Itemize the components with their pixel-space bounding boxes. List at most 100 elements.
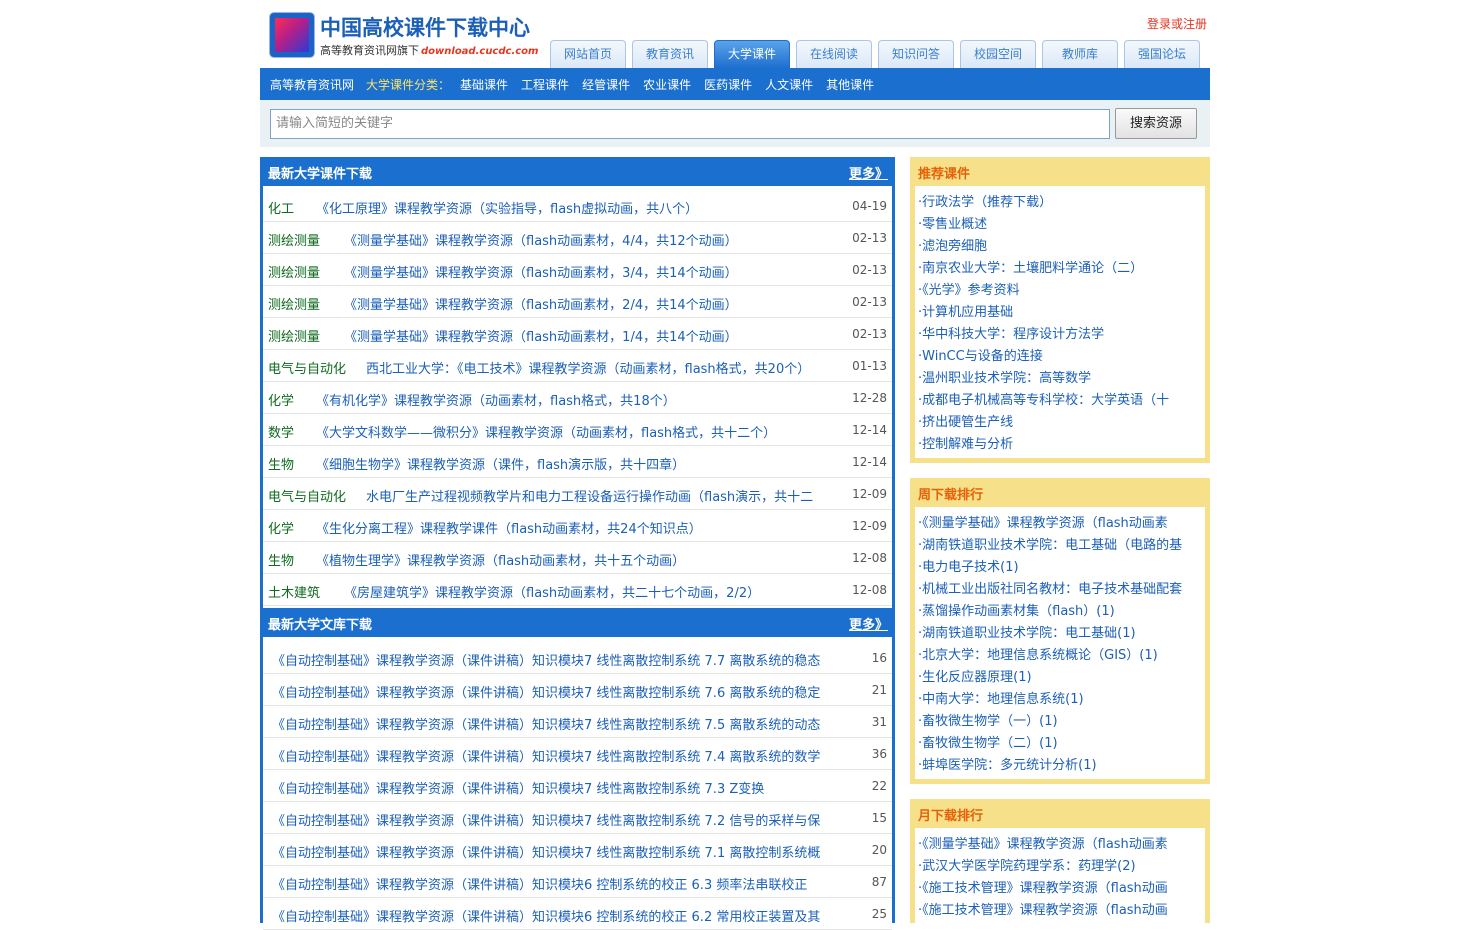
recommended-item-link[interactable]: ·温州职业技术学院：高等数学 xyxy=(918,368,1205,390)
category-link[interactable]: 工程课件 xyxy=(521,78,569,92)
recommended-item-link[interactable]: ·南京农业大学：土壤肥料学通论（二） xyxy=(918,258,1205,280)
library-title-link[interactable]: 《自动控制基础》课程教学资源（课件讲稿）知识模块6 控制系统的校正 6.3 频率… xyxy=(272,874,857,893)
library-download-count: 36 xyxy=(871,747,887,761)
courseware-title-link[interactable]: 《测量学基础》课程教学资源（flash动画素材，3/4，共14个动画） xyxy=(344,262,738,281)
recommended-item-link[interactable]: ·计算机应用基础 xyxy=(918,302,1205,324)
courseware-category-link[interactable]: 生物 xyxy=(268,454,294,473)
courseware-date: 12-28 xyxy=(852,391,887,405)
courseware-title-link[interactable]: 《大学文科数学——微积分》课程教学资源（动画素材，flash格式，共十二个） xyxy=(316,422,776,441)
category-link[interactable]: 农业课件 xyxy=(643,78,691,92)
monthly-ranking-panel: 月下载排行 ·《测量学基础》课程教学资源（flash动画素 ·武汉大学医学院药理学… xyxy=(910,799,1210,923)
courseware-category-link[interactable]: 测绘测量 xyxy=(268,230,320,249)
nav-tab[interactable]: 教育资讯 xyxy=(632,40,708,68)
weekly-ranking-item-link[interactable]: ·蚌埠医学院：多元统计分析(1) xyxy=(918,755,1205,777)
recommended-item-link[interactable]: ·行政法学（推荐下载） xyxy=(918,192,1205,214)
latest-courseware-more-link[interactable]: 更多》 xyxy=(849,163,888,182)
courseware-title-link[interactable]: 《有机化学》课程教学资源（动画素材，flash格式，共18个） xyxy=(316,390,676,409)
site-logo[interactable] xyxy=(270,13,314,57)
library-title-link[interactable]: 《自动控制基础》课程教学资源（课件讲稿）知识模块7 线性离散控制系统 7.7 离… xyxy=(272,650,857,669)
monthly-ranking-item-link[interactable]: ·《测量学基础》课程教学资源（flash动画素 xyxy=(918,834,1205,856)
weekly-ranking-title: 周下载排行 xyxy=(918,488,984,503)
courseware-category-link[interactable]: 电气与自动化 xyxy=(268,358,346,377)
courseware-category-link[interactable]: 土木建筑 xyxy=(268,582,320,601)
recommended-item-link[interactable]: ·滤泡旁细胞 xyxy=(918,236,1205,258)
library-title-link[interactable]: 《自动控制基础》课程教学资源（课件讲稿）知识模块7 线性离散控制系统 7.6 离… xyxy=(272,682,857,701)
courseware-title-link[interactable]: 《测量学基础》课程教学资源（flash动画素材，1/4，共14个动画） xyxy=(344,326,738,345)
library-title-link[interactable]: 《自动控制基础》课程教学资源（课件讲稿）知识模块7 线性离散控制系统 7.5 离… xyxy=(272,714,857,733)
nav-tab[interactable]: 教师库 xyxy=(1042,40,1118,68)
nav-tab[interactable]: 网站首页 xyxy=(550,40,626,68)
weekly-ranking-item-link[interactable]: ·畜牧微生物学（二）(1) xyxy=(918,733,1205,755)
courseware-title-link[interactable]: 《化工原理》课程教学资源（实验指导，flash虚拟动画，共八个） xyxy=(316,198,698,217)
weekly-ranking-item-link[interactable]: ·湖南铁道职业技术学院：电工基础(1) xyxy=(918,623,1205,645)
courseware-category-link[interactable]: 化工 xyxy=(268,198,294,217)
courseware-title-link[interactable]: 西北工业大学：《电工技术》课程教学资源（动画素材，flash格式，共20个） xyxy=(366,358,810,377)
library-title-link[interactable]: 《自动控制基础》课程教学资源（课件讲稿）知识模块7 线性离散控制系统 7.1 离… xyxy=(272,842,857,861)
catbar-home-link[interactable]: 高等教育资讯网 xyxy=(270,76,354,93)
nav-tab[interactable]: 校园空间 xyxy=(960,40,1036,68)
weekly-ranking-item-link[interactable]: ·北京大学：地理信息系统概论（GIS）(1) xyxy=(918,645,1205,667)
library-download-count: 15 xyxy=(871,811,887,825)
courseware-category-link[interactable]: 测绘测量 xyxy=(268,294,320,313)
recommended-list: ·行政法学（推荐下载） ·零售业概述 ·滤泡旁细胞 ·南京农业大学：土壤肥料学通论（二… xyxy=(918,192,1205,456)
site-title[interactable]: 中国高校课件下载中心 xyxy=(320,12,530,42)
library-title-link[interactable]: 《自动控制基础》课程教学资源（课件讲稿）知识模块7 线性离散控制系统 7.3 Z… xyxy=(272,778,857,797)
courseware-title-link[interactable]: 《测量学基础》课程教学资源（flash动画素材，2/4，共14个动画） xyxy=(344,294,738,313)
courseware-title-link[interactable]: 《房屋建筑学》课程教学资源（flash动画素材，共二十七个动画，2/2） xyxy=(344,582,760,601)
recommended-item-link[interactable]: ·WinCC与设备的连接 xyxy=(918,346,1205,368)
recommended-item-link[interactable]: ·《光学》参考资料 xyxy=(918,280,1205,302)
recommended-item-link[interactable]: ·华中科技大学：程序设计方法学 xyxy=(918,324,1205,346)
courseware-category-link[interactable]: 测绘测量 xyxy=(268,326,320,345)
weekly-ranking-item-link[interactable]: ·湖南铁道职业技术学院：电工基础（电路的基 xyxy=(918,535,1205,557)
monthly-ranking-item-link[interactable]: ·《施工技术管理》课程教学资源（flash动画 xyxy=(918,900,1205,922)
weekly-ranking-panel: 周下载排行 ·《测量学基础》课程教学资源（flash动画素 ·湖南铁道职业技术学院… xyxy=(910,478,1210,784)
courseware-title-link[interactable]: 《测量学基础》课程教学资源（flash动画素材，4/4，共12个动画） xyxy=(344,230,738,249)
category-link[interactable]: 人文课件 xyxy=(765,78,813,92)
category-link[interactable]: 医药课件 xyxy=(704,78,752,92)
weekly-ranking-item-link[interactable]: ·生化反应器原理(1) xyxy=(918,667,1205,689)
recommended-item-link[interactable]: ·成都电子机械高等专科学校：大学英语（十 xyxy=(918,390,1205,412)
weekly-ranking-item-link[interactable]: ·机械工业出版社同名教材：电子技术基础配套 xyxy=(918,579,1205,601)
courseware-title-link[interactable]: 《植物生理学》课程教学资源（flash动画素材，共十五个动画） xyxy=(316,550,685,569)
courseware-category-link[interactable]: 测绘测量 xyxy=(268,262,320,281)
latest-library-more-link[interactable]: 更多》 xyxy=(849,614,888,633)
nav-tab[interactable]: 大学课件 xyxy=(714,40,790,68)
recommended-item-link[interactable]: ·挤出硬管生产线 xyxy=(918,412,1205,434)
library-title-link[interactable]: 《自动控制基础》课程教学资源（课件讲稿）知识模块7 线性离散控制系统 7.4 离… xyxy=(272,746,857,765)
recommended-item-link[interactable]: ·零售业概述 xyxy=(918,214,1205,236)
login-register-link[interactable]: 登录或注册 xyxy=(1147,15,1207,32)
courseware-date: 01-13 xyxy=(852,359,887,373)
category-link[interactable]: 基础课件 xyxy=(460,78,508,92)
courseware-category-link[interactable]: 电气与自动化 xyxy=(268,486,346,505)
search-button[interactable]: 搜索资源 xyxy=(1115,108,1197,139)
courseware-category-link[interactable]: 数学 xyxy=(268,422,294,441)
weekly-ranking-item-link[interactable]: ·蒸馏操作动画素材集（flash）(1) xyxy=(918,601,1205,623)
nav-tab[interactable]: 在线阅读 xyxy=(796,40,872,68)
recommended-item-link[interactable]: ·控制解难与分析 xyxy=(918,434,1205,456)
courseware-title-link[interactable]: 《细胞生物学》课程教学资源（课件，flash演示版，共十四章） xyxy=(316,454,685,473)
courseware-date: 02-13 xyxy=(852,263,887,277)
courseware-title-link[interactable]: 水电厂生产过程视频教学片和电力工程设备运行操作动画（flash演示，共十二 xyxy=(366,486,813,505)
weekly-ranking-item-link[interactable]: ·畜牧微生物学（一）(1) xyxy=(918,711,1205,733)
courseware-category-link[interactable]: 化学 xyxy=(268,390,294,409)
weekly-ranking-item-link[interactable]: ·电力电子技术(1) xyxy=(918,557,1205,579)
library-title-link[interactable]: 《自动控制基础》课程教学资源（课件讲稿）知识模块7 线性离散控制系统 7.2 信… xyxy=(272,810,857,829)
courseware-title-link[interactable]: 《生化分离工程》课程教学课件（flash动画素材，共24个知识点） xyxy=(316,518,702,537)
monthly-ranking-item-link[interactable]: ·武汉大学医学院药理学系：药理学(2) xyxy=(918,856,1205,878)
courseware-category-link[interactable]: 化学 xyxy=(268,518,294,537)
library-download-count: 87 xyxy=(871,875,887,889)
courseware-row: 化工 《化工原理》课程教学资源（实验指导，flash虚拟动画，共八个） 04-19 xyxy=(263,190,892,222)
courseware-row: 生物 《细胞生物学》课程教学资源（课件，flash演示版，共十四章） 12-14 xyxy=(263,446,892,478)
weekly-ranking-item-link[interactable]: ·中南大学：地理信息系统(1) xyxy=(918,689,1205,711)
courseware-row: 测绘测量 《测量学基础》课程教学资源（flash动画素材，2/4，共14个动画） 0… xyxy=(263,286,892,318)
nav-tab[interactable]: 强国论坛 xyxy=(1124,40,1200,68)
library-title-link[interactable]: 《自动控制基础》课程教学资源（课件讲稿）知识模块6 控制系统的校正 6.2 常用… xyxy=(272,906,857,925)
weekly-ranking-item-link[interactable]: ·《测量学基础》课程教学资源（flash动画素 xyxy=(918,513,1205,535)
monthly-ranking-title: 月下载排行 xyxy=(918,809,984,824)
category-link[interactable]: 经管课件 xyxy=(582,78,630,92)
category-link[interactable]: 其他课件 xyxy=(826,78,874,92)
monthly-ranking-item-link[interactable]: ·《施工技术管理》课程教学资源（flash动画 xyxy=(918,878,1205,900)
nav-tab[interactable]: 知识问答 xyxy=(878,40,954,68)
courseware-category-link[interactable]: 生物 xyxy=(268,550,294,569)
search-input[interactable]: 请输入简短的关键字 xyxy=(270,109,1110,139)
